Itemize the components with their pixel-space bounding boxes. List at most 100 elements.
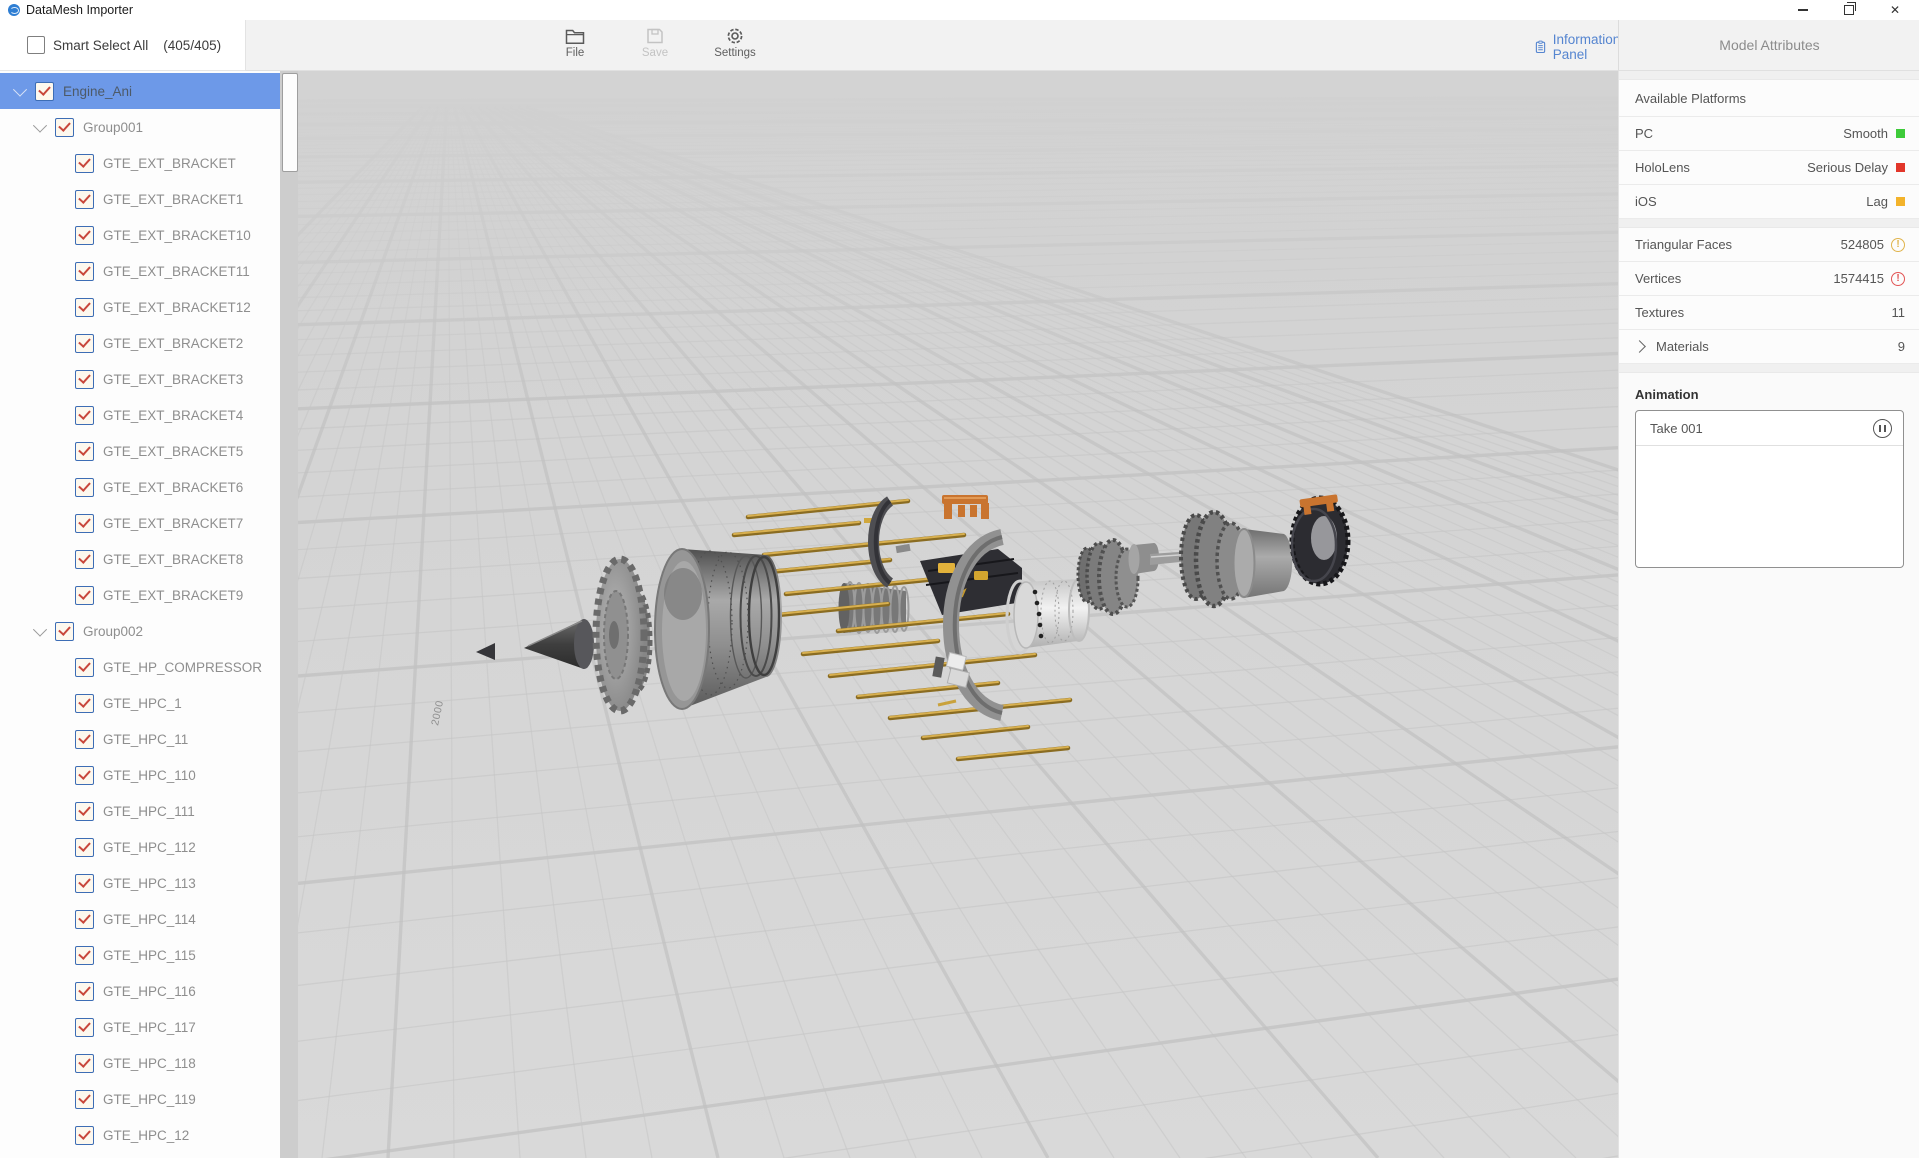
main-area: Engine_Ani Group001 GTE_EXT_BRACKET GTE_EXT… xyxy=(0,71,1919,1158)
tree-item-GTE_EXT_BRACKET7[interactable]: GTE_EXT_BRACKET7 xyxy=(0,505,280,541)
stat-value: 1574415 xyxy=(1833,271,1884,286)
checkbox-checked[interactable] xyxy=(75,297,94,317)
checkbox-checked[interactable] xyxy=(75,189,94,209)
checkbox-checked[interactable] xyxy=(55,117,74,137)
file-button[interactable]: File xyxy=(540,24,610,68)
tree-item-GTE_EXT_BRACKET3[interactable]: GTE_EXT_BRACKET3 xyxy=(0,361,280,397)
checkbox-checked[interactable] xyxy=(75,945,94,965)
tree-item-GTE_EXT_BRACKET2[interactable]: GTE_EXT_BRACKET2 xyxy=(0,325,280,361)
checkbox-checked[interactable] xyxy=(75,693,94,713)
checkbox-checked[interactable] xyxy=(75,801,94,821)
tree-item-GTE_HPC_11[interactable]: GTE_HPC_11 xyxy=(0,721,280,757)
tree-item-label: GTE_HPC_114 xyxy=(103,911,196,927)
tree-item-GTE_HPC_113[interactable]: GTE_HPC_113 xyxy=(0,865,280,901)
settings-button[interactable]: Settings xyxy=(700,24,770,68)
tree-item-Group002[interactable]: Group002 xyxy=(0,613,280,649)
tree-item-GTE_HPC_114[interactable]: GTE_HPC_114 xyxy=(0,901,280,937)
tree-item-GTE_HPC_1[interactable]: GTE_HPC_1 xyxy=(0,685,280,721)
checkbox-checked[interactable] xyxy=(75,1125,94,1145)
tree-item-GTE_HPC_116[interactable]: GTE_HPC_116 xyxy=(0,973,280,1009)
tree-item-GTE_HPC_112[interactable]: GTE_HPC_112 xyxy=(0,829,280,865)
sidebar-scrollbar[interactable] xyxy=(280,71,298,1158)
animation-clip-row[interactable]: Take 001 xyxy=(1636,411,1903,446)
checkbox-checked[interactable] xyxy=(35,81,54,101)
platform-name: HoloLens xyxy=(1635,160,1690,175)
viewport-3d[interactable]: 2000 xyxy=(298,71,1618,1158)
tree-item-GTE_EXT_BRACKET10[interactable]: GTE_EXT_BRACKET10 xyxy=(0,217,280,253)
tree-item-GTE_HPC_117[interactable]: GTE_HPC_117 xyxy=(0,1009,280,1045)
checkbox-checked[interactable] xyxy=(75,837,94,857)
save-button[interactable]: Save xyxy=(620,24,690,68)
tree-item-label: GTE_HPC_115 xyxy=(103,947,196,963)
checkbox-checked[interactable] xyxy=(75,909,94,929)
select-all-checkbox[interactable] xyxy=(27,36,45,54)
tree-item-GTE_EXT_BRACKET4[interactable]: GTE_EXT_BRACKET4 xyxy=(0,397,280,433)
checkbox-checked[interactable] xyxy=(75,225,94,245)
checkbox-checked[interactable] xyxy=(75,657,94,677)
checkbox-checked[interactable] xyxy=(75,261,94,281)
tree-item-label: GTE_EXT_BRACKET2 xyxy=(103,335,244,351)
information-panel-button[interactable]: Information Panel xyxy=(1535,32,1626,62)
tree-item-label: GTE_EXT_BRACKET1 xyxy=(103,191,244,207)
checkbox-checked[interactable] xyxy=(75,1053,94,1073)
chevron-down-icon[interactable] xyxy=(32,622,48,637)
checkbox-checked[interactable] xyxy=(75,981,94,1001)
pause-icon[interactable] xyxy=(1873,418,1892,438)
chevron-down-icon[interactable] xyxy=(12,82,28,97)
section-spacer xyxy=(1619,364,1919,373)
smart-select-all[interactable]: Smart Select All (405/405) xyxy=(0,20,245,71)
stat-row-materials[interactable]: Materials 9 xyxy=(1619,330,1919,364)
tree-item-GTE_EXT_BRACKET5[interactable]: GTE_EXT_BRACKET5 xyxy=(0,433,280,469)
tree-item-label: GTE_HPC_12 xyxy=(103,1127,190,1143)
tree-item-label: GTE_EXT_BRACKET8 xyxy=(103,551,244,567)
checkbox-checked[interactable] xyxy=(75,405,94,425)
checkbox-checked[interactable] xyxy=(75,513,94,533)
checkbox-checked[interactable] xyxy=(75,369,94,389)
window-title: DataMesh Importer xyxy=(26,3,133,17)
tree-item-GTE_EXT_BRACKET9[interactable]: GTE_EXT_BRACKET9 xyxy=(0,577,280,613)
checkbox-checked[interactable] xyxy=(75,765,94,785)
scrollbar-thumb[interactable] xyxy=(281,73,298,172)
engine-model[interactable] xyxy=(298,71,1618,1158)
tree-item-label: Group002 xyxy=(83,623,144,639)
tree-item-GTE_EXT_BRACKET11[interactable]: GTE_EXT_BRACKET11 xyxy=(0,253,280,289)
checkbox-checked[interactable] xyxy=(55,621,74,641)
app-logo-icon xyxy=(8,4,20,16)
checkbox-checked[interactable] xyxy=(75,333,94,353)
platform-name: PC xyxy=(1635,126,1654,141)
tree-item-GTE_EXT_BRACKET1[interactable]: GTE_EXT_BRACKET1 xyxy=(0,181,280,217)
tree-item-GTE_EXT_BRACKET12[interactable]: GTE_EXT_BRACKET12 xyxy=(0,289,280,325)
chevron-down-icon[interactable] xyxy=(32,118,48,133)
checkbox-checked[interactable] xyxy=(75,585,94,605)
tree-item-GTE_HPC_111[interactable]: GTE_HPC_111 xyxy=(0,793,280,829)
tree-item-label: GTE_EXT_BRACKET5 xyxy=(103,443,244,459)
animation-clip-name: Take 001 xyxy=(1650,420,1703,436)
checkbox-checked[interactable] xyxy=(75,873,94,893)
close-button[interactable]: ✕ xyxy=(1872,0,1918,20)
restore-button[interactable] xyxy=(1826,0,1872,20)
checkbox-checked[interactable] xyxy=(75,441,94,461)
selection-count: (405/405) xyxy=(163,37,222,53)
checkbox-checked[interactable] xyxy=(75,153,94,173)
warning-yellow-icon: ! xyxy=(1891,237,1905,252)
tree-item-GTE_HPC_12[interactable]: GTE_HPC_12 xyxy=(0,1117,280,1153)
stat-row-textures: Textures 11 xyxy=(1619,296,1919,330)
checkbox-checked[interactable] xyxy=(75,477,94,497)
minimize-button[interactable] xyxy=(1780,0,1826,20)
tree-item-GTE_HPC_119[interactable]: GTE_HPC_119 xyxy=(0,1081,280,1117)
tree-item-GTE_HPC_110[interactable]: GTE_HPC_110 xyxy=(0,757,280,793)
tree-item-GTE_HP_COMPRESSOR[interactable]: GTE_HP_COMPRESSOR xyxy=(0,649,280,685)
checkbox-checked[interactable] xyxy=(75,549,94,569)
tree-item-GTE_HPC_118[interactable]: GTE_HPC_118 xyxy=(0,1045,280,1081)
tree-item-label: GTE_HPC_112 xyxy=(103,839,196,855)
tree-item-GTE_EXT_BRACKET6[interactable]: GTE_EXT_BRACKET6 xyxy=(0,469,280,505)
checkbox-checked[interactable] xyxy=(75,1089,94,1109)
checkbox-checked[interactable] xyxy=(75,1017,94,1037)
tree-item-Group001[interactable]: Group001 xyxy=(0,109,280,145)
chevron-right-icon[interactable] xyxy=(1633,340,1646,353)
checkbox-checked[interactable] xyxy=(75,729,94,749)
tree-item-Engine_Ani[interactable]: Engine_Ani xyxy=(0,73,280,109)
tree-item-GTE_HPC_115[interactable]: GTE_HPC_115 xyxy=(0,937,280,973)
tree-item-GTE_EXT_BRACKET8[interactable]: GTE_EXT_BRACKET8 xyxy=(0,541,280,577)
tree-item-GTE_EXT_BRACKET[interactable]: GTE_EXT_BRACKET xyxy=(0,145,280,181)
